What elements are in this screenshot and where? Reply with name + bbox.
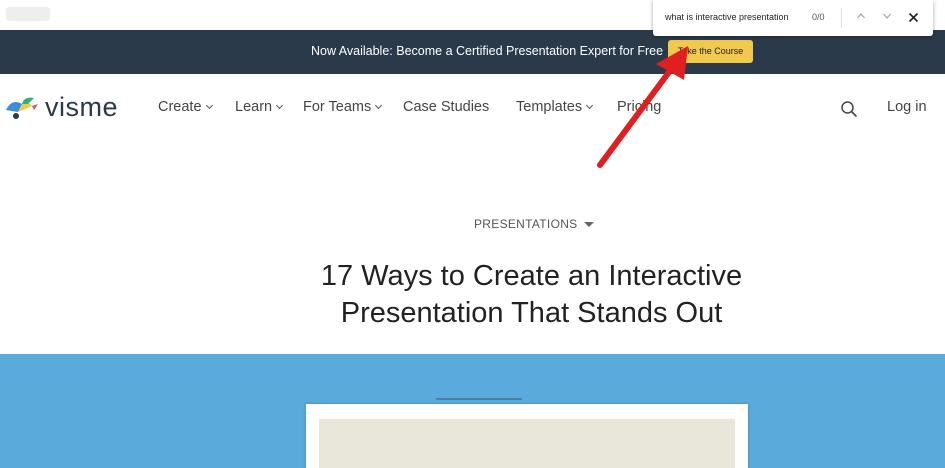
nav-templates-label: Templates <box>516 99 583 115</box>
nav-case-studies[interactable]: Case Studies <box>403 99 489 115</box>
nav-for-teams-label: For Teams <box>303 99 372 115</box>
article-title-line-1: 17 Ways to Create an Interactive <box>320 260 743 292</box>
nav-learn-label: Learn <box>235 99 273 115</box>
promo-banner: Now Available: Become a Certified Presen… <box>0 30 945 74</box>
nav-create[interactable]: Create <box>158 99 213 115</box>
find-separator <box>841 8 842 28</box>
nav-learn[interactable]: Learn <box>235 99 284 115</box>
article-title-line-2: Presentation That Stands Out <box>340 297 723 329</box>
category-label: PRESENTATIONS <box>474 217 578 231</box>
category-dropdown[interactable]: PRESENTATIONS <box>474 217 595 231</box>
nav-case-studies-label: Case Studies <box>403 99 490 115</box>
blurred-tab <box>6 7 50 21</box>
search-icon[interactable] <box>840 100 858 118</box>
hero-accent-line <box>436 398 522 400</box>
chevron-down-icon <box>205 101 213 110</box>
close-icon[interactable] <box>905 9 921 27</box>
chevron-down-icon <box>375 101 383 110</box>
main-navbar: visme Create Learn For Teams Case Studie… <box>0 74 945 140</box>
chevron-up-icon[interactable] <box>853 9 869 27</box>
login-link[interactable]: Log in <box>887 99 927 115</box>
hero-section <box>0 354 945 468</box>
visme-logo[interactable]: visme <box>4 90 134 124</box>
logo-text: visme <box>45 92 119 122</box>
hero-image-frame <box>306 404 748 468</box>
find-bar: what is interactive presentation 0/0 <box>653 0 933 36</box>
nav-templates[interactable]: Templates <box>516 99 594 115</box>
find-input[interactable]: what is interactive presentation <box>665 12 789 22</box>
nav-for-teams[interactable]: For Teams <box>303 99 383 115</box>
find-match-count: 0/0 <box>812 12 825 22</box>
caret-down-icon <box>584 222 595 227</box>
article-title: 17 Ways to Create an Interactive Present… <box>0 258 945 332</box>
nav-create-label: Create <box>158 99 202 115</box>
chevron-down-icon[interactable] <box>879 9 895 27</box>
hero-image <box>319 419 735 468</box>
visme-logo-icon <box>6 97 38 119</box>
chevron-down-icon <box>276 101 284 110</box>
annotation-arrow-icon <box>597 46 688 168</box>
